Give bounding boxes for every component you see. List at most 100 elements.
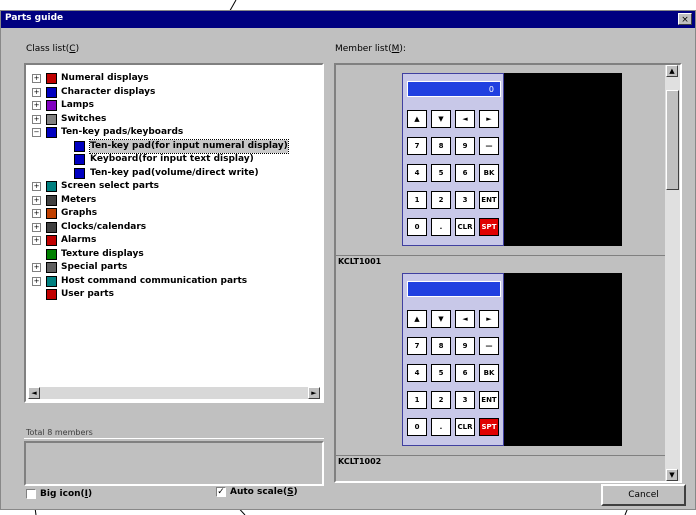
keypad-key: — [479, 337, 499, 355]
expand-icon[interactable]: + [32, 195, 41, 205]
keypad-key: 4 [407, 164, 427, 182]
scroll-left-button[interactable]: ◄ [28, 387, 40, 399]
parts-guide-dialog: Parts guide × Class list(C) Member list(… [0, 10, 696, 510]
meter-icon [46, 194, 57, 206]
keypad-key: ENT [479, 191, 499, 209]
scroll-down-button[interactable]: ▼ [666, 469, 678, 481]
special-parts-icon [46, 262, 57, 273]
keypad-key: ▼ [431, 110, 451, 128]
auto-scale-checkbox-box[interactable]: ✓ [216, 487, 226, 497]
keypad-key: 8 [431, 137, 451, 155]
expand-icon[interactable]: + [32, 222, 41, 232]
switch-icon [46, 113, 57, 125]
keypad-display [407, 281, 501, 297]
keypad-key: 4 [407, 364, 427, 382]
expand-icon[interactable]: + [32, 209, 41, 218]
expand-icon[interactable]: + [32, 236, 41, 245]
keypad-key: SPT [479, 218, 499, 236]
scroll-up-button[interactable]: ▲ [666, 65, 678, 77]
tree-item-label: Clocks/calendars [61, 221, 147, 232]
keypad-key: 2 [431, 191, 451, 209]
texture-icon [46, 248, 57, 260]
keypad-key: 6 [455, 364, 475, 382]
big-icon-label: Big icon(I) [40, 489, 93, 499]
part-description-box [24, 441, 324, 486]
scroll-thumb[interactable] [666, 90, 679, 190]
expand-icon[interactable]: + [32, 182, 41, 191]
member-list[interactable]: ▲ ▼ ◄ ► 7 8 9—4 5 6 BK 1 2 3 ENT 0. CLR SPT KCLT1002 0 ▲ ▼ ◄ ►… [334, 63, 682, 483]
tree-item-label: Ten-key pad(volume/direct write) [90, 167, 259, 178]
keypad-preview-image: ▲ ▼ ◄ ► 7 8 9— 4 5 6 BK 1 2 3 ENT 0. CLR SPT [402, 273, 622, 446]
expand-icon[interactable]: + [32, 276, 41, 286]
auto-scale-label: Auto scale(S) [230, 487, 298, 497]
tree-item-label: Numeral displays [61, 73, 149, 83]
keypad-key: 3 [455, 191, 475, 209]
keypad-key: 9 [455, 137, 475, 155]
scroll-right-button[interactable]: ► [308, 387, 320, 399]
tree-item-label: Character displays [61, 86, 156, 97]
lamp-icon [46, 100, 57, 111]
auto-scale-checkbox[interactable]: ✓ Auto scale(S) [216, 487, 298, 497]
keypad-panel: 0 ▲ ▼ ◄ ► 7 8 9— 4 5 6 BK 1 2 3 ENT 0. CLR SPT [402, 73, 504, 246]
tree-horizontal-scrollbar[interactable]: ◄ ► [28, 387, 320, 399]
class-list-label: Class list(C) [26, 44, 80, 54]
member-list-vertical-scrollbar[interactable]: ▲ ▼ [665, 65, 680, 481]
keypad-key: SPT [479, 418, 499, 436]
keypad-key: 6 [455, 164, 475, 182]
tree-item-label: User parts [61, 289, 114, 299]
keypad-key: 1 [407, 391, 427, 409]
keypad-key: 9 [455, 337, 475, 355]
member-name: KCLT1001 [338, 257, 382, 266]
alarm-icon [46, 235, 57, 246]
expand-icon[interactable]: + [32, 101, 41, 110]
keypad-item-icon [74, 167, 85, 179]
keypad-icon [46, 127, 57, 138]
tree-item-label: Special parts [61, 262, 128, 272]
tree-item-label: Lamps [61, 100, 94, 110]
keypad-key: 3 [455, 391, 475, 409]
title-bar: Parts guide × [1, 11, 695, 28]
keypad-key: ▲ [407, 110, 427, 128]
numeral-display-icon [46, 73, 57, 84]
close-button[interactable]: × [678, 13, 692, 25]
keypad-key: CLR [455, 218, 475, 236]
user-parts-icon [46, 289, 57, 300]
keypad-key: BK [479, 164, 499, 182]
tree-item-label: Texture displays [61, 248, 144, 259]
keypad-key: 0 [407, 418, 427, 436]
tree-item-label: Alarms [61, 235, 97, 245]
keypad-key: ◄ [455, 110, 475, 128]
tree-item-label: Switches [61, 113, 107, 124]
keypad-key: BK [479, 364, 499, 382]
tree-item-label: Keyboard(for input text display) [90, 154, 254, 164]
keypad-key: ► [479, 310, 499, 328]
keypad-panel: ▲ ▼ ◄ ► 7 8 9— 4 5 6 BK 1 2 3 ENT 0. CLR SPT [402, 273, 504, 446]
clock-icon [46, 221, 57, 233]
collapse-icon[interactable]: − [32, 128, 41, 137]
tree-item-label: Meters [61, 194, 97, 205]
expand-icon[interactable]: + [32, 87, 41, 97]
member-name: KCLT1002 [338, 457, 382, 466]
keypad-key: 8 [431, 337, 451, 355]
expand-icon[interactable]: + [32, 263, 41, 272]
expand-icon[interactable]: + [32, 74, 41, 83]
class-tree[interactable]: ◄ ► + Numeral displays + Character displays… [24, 63, 324, 403]
big-icon-checkbox-box[interactable] [26, 489, 36, 499]
character-display-icon [46, 86, 57, 98]
keypad-key: ENT [479, 391, 499, 409]
keypad-key: . [431, 418, 451, 436]
member-list-label: Member list(M): [335, 44, 406, 54]
cancel-button[interactable]: Cancel [601, 484, 686, 506]
expand-icon[interactable]: + [32, 114, 41, 124]
tree-item-label: Ten-key pad(for input numeral display) [89, 138, 289, 154]
member-preview[interactable]: 0 ▲ ▼ ◄ ► 7 8 9— 4 5 6 BK 1 2 3 ENT 0. CLR SPT [336, 65, 666, 256]
keypad-key: . [431, 218, 451, 236]
keypad-display: 0 [407, 81, 501, 97]
member-preview[interactable]: ▲ ▼ ◄ ► 7 8 9— 4 5 6 BK 1 2 3 ENT 0. CLR SPT [336, 265, 666, 456]
big-icon-checkbox[interactable]: Big icon(I) [26, 489, 92, 499]
keypad-key: CLR [455, 418, 475, 436]
keypad-key: 7 [407, 337, 427, 355]
screen-select-icon [46, 181, 57, 192]
tree-item-label: Screen select parts [61, 181, 160, 191]
keypad-key: ► [479, 110, 499, 128]
